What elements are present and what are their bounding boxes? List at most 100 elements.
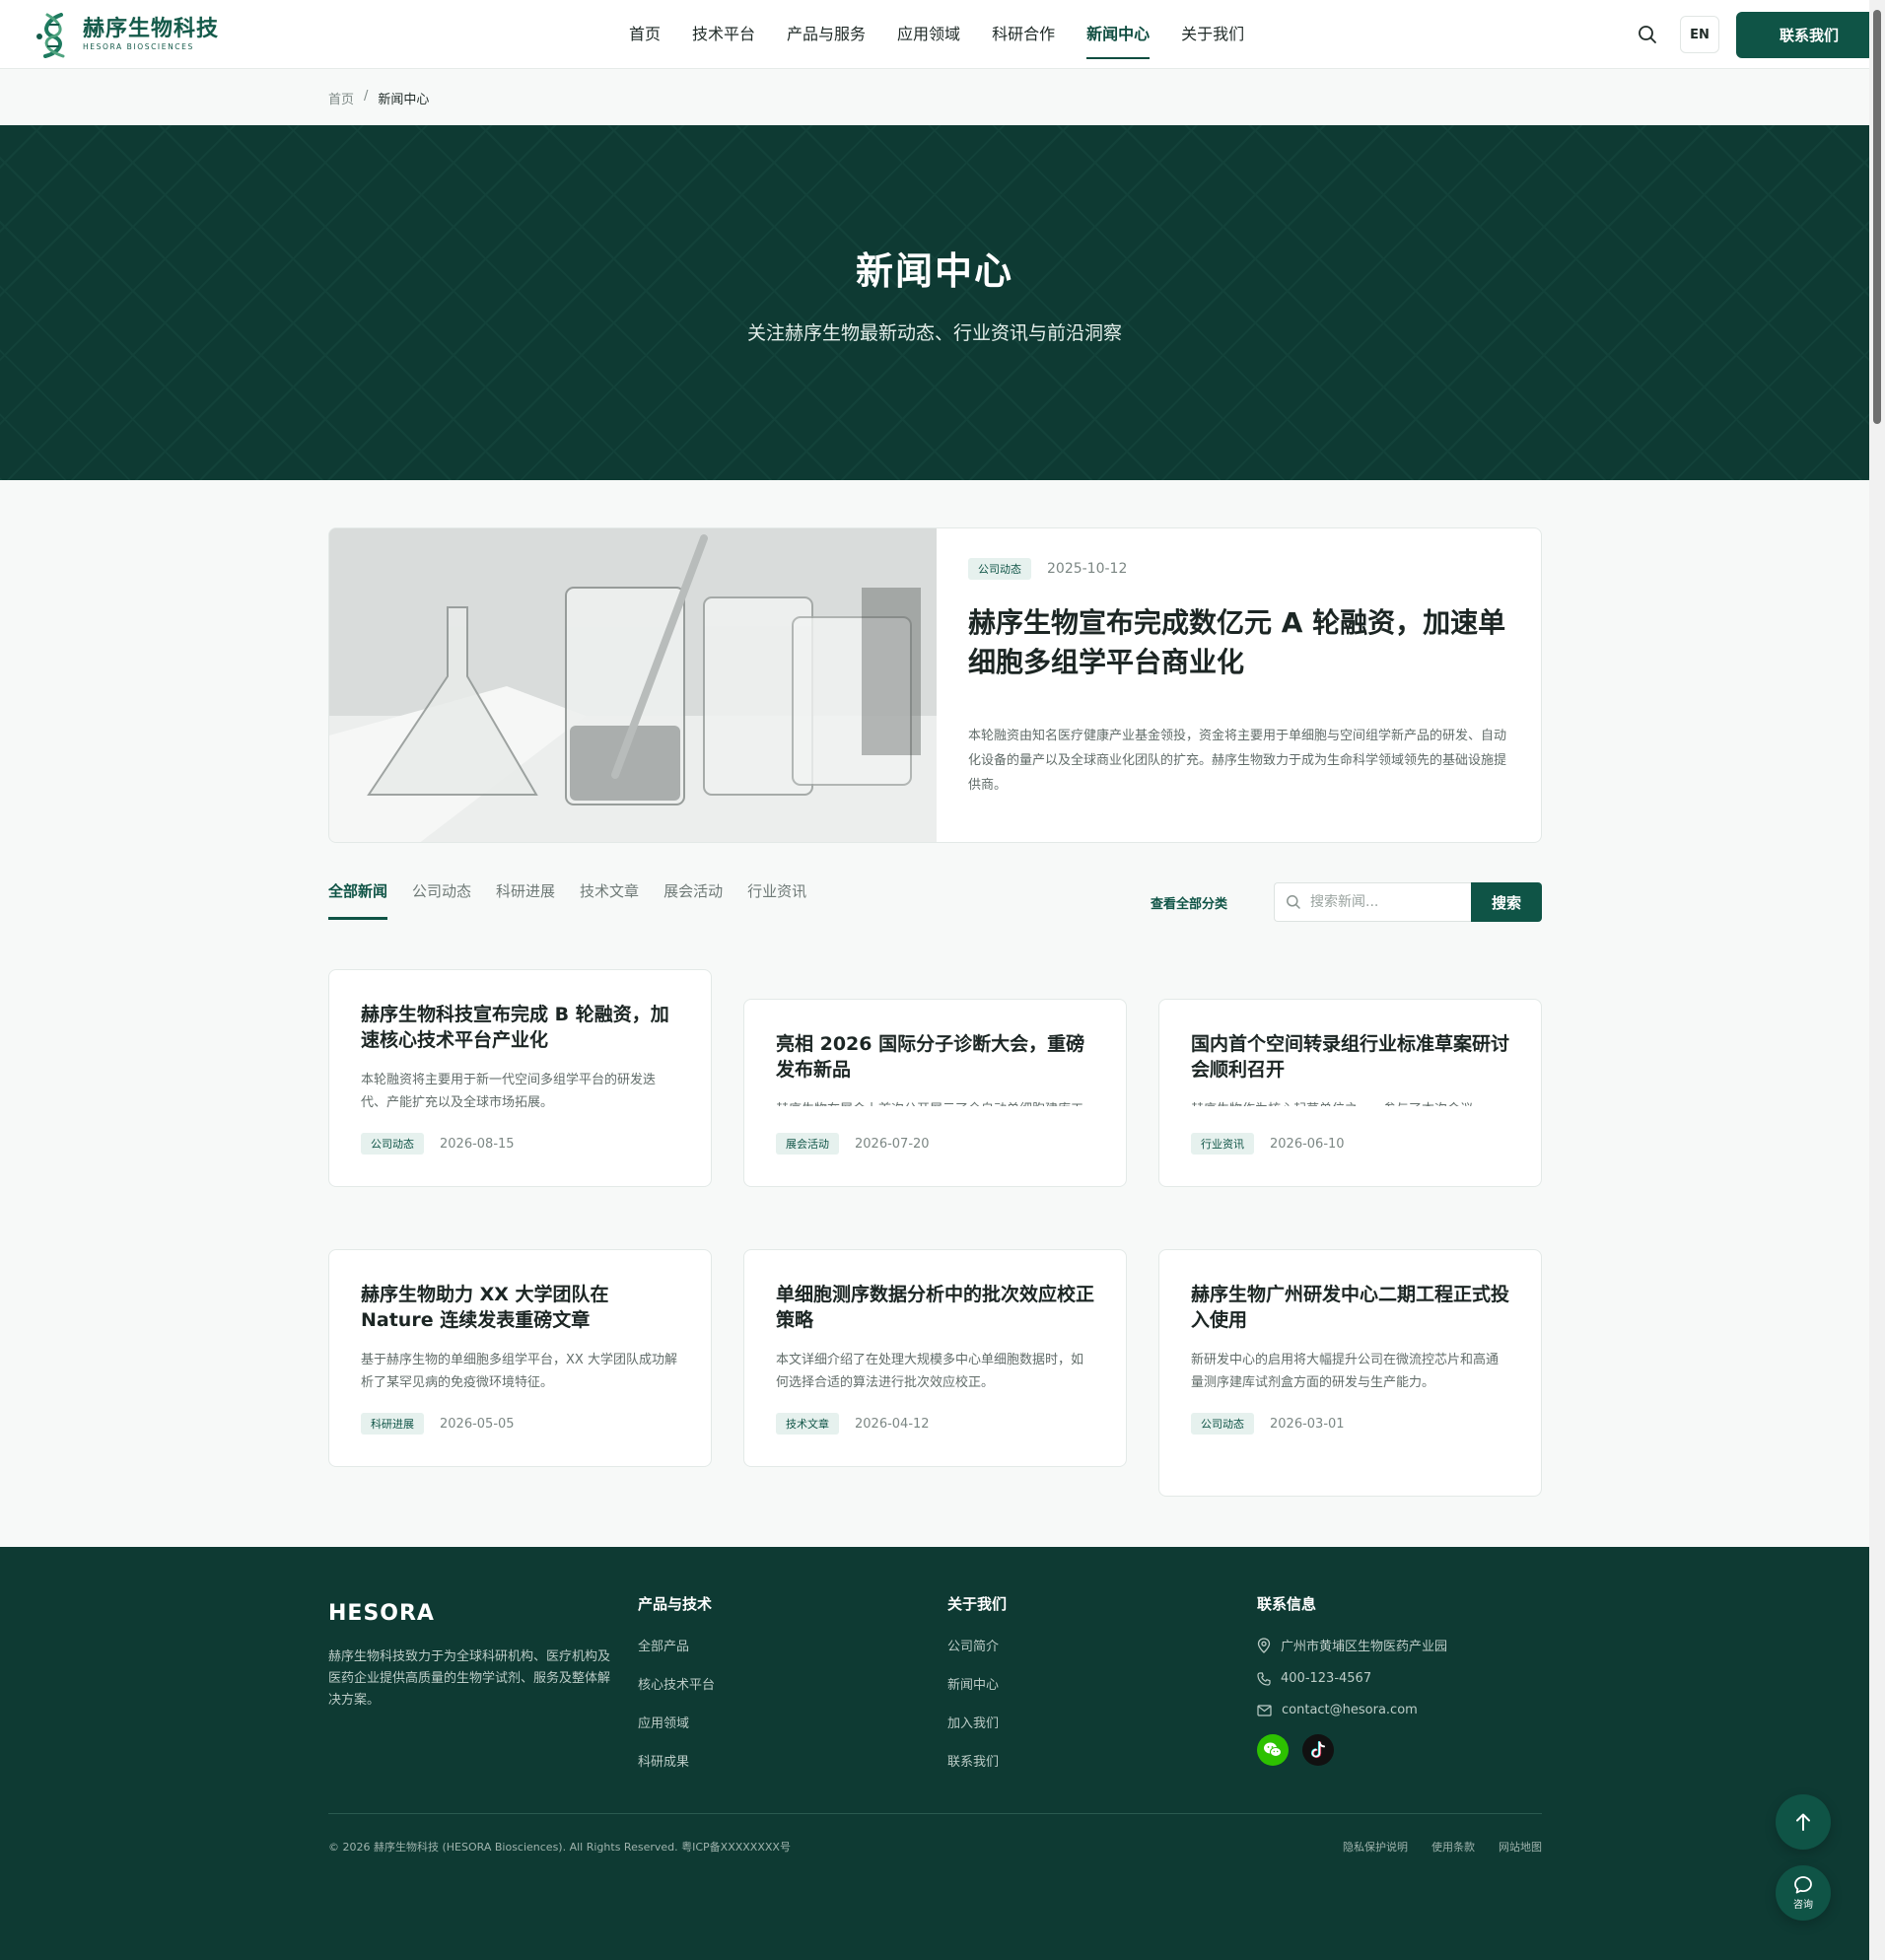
featured-title[interactable]: 赫序生物宣布完成数亿元 A 轮融资，加速单细胞多组学平台商业化 [968, 603, 1509, 682]
card-tag: 行业资讯 [1191, 1133, 1254, 1155]
footer-col-title: 产品与技术 [638, 1595, 713, 1613]
card-title[interactable]: 单细胞测序数据分析中的批次效应校正策略 [776, 1282, 1094, 1333]
news-card[interactable]: 国内首个空间转录组行业标准草案研讨会顺利召开 赫序生物作为核心起草单位之一，参与… [1158, 999, 1542, 1187]
news-search: 搜索 [1274, 882, 1542, 922]
phone-icon [1257, 1671, 1271, 1686]
footer-brand: HESORA [328, 1601, 435, 1626]
nav-tech-platform[interactable]: 技术平台 [676, 0, 771, 69]
card-tag: 展会活动 [776, 1133, 839, 1155]
nav-research-cooperation[interactable]: 科研合作 [976, 0, 1071, 69]
footer-link-research-results[interactable]: 科研成果 [638, 1751, 715, 1770]
footer-col-title: 联系信息 [1257, 1595, 1317, 1613]
page-scrollbar[interactable] [1869, 0, 1885, 1960]
tab-research-progress[interactable]: 科研进展 [496, 880, 555, 920]
wechat-icon [1264, 1742, 1282, 1757]
card-date: 2026-06-10 [1270, 1136, 1345, 1152]
card-desc: 新研发中心的启用将大幅提升公司在微流控芯片和高通量测序建库试剂盒方面的研发与生产… [1191, 1353, 1500, 1390]
breadcrumb-home-link[interactable]: 首页 [328, 89, 354, 107]
news-card[interactable]: 亮相 2026 国际分子诊断大会，重磅发布新品 赫序生物在展会上首次公开展示了全… [743, 999, 1127, 1187]
card-tag: 公司动态 [361, 1133, 424, 1155]
card-meta: 行业资讯 2026-06-10 [1191, 1133, 1345, 1155]
footer-col-about: 关于我们 公司简介 新闻中心 加入我们 联系我们 [947, 1593, 1007, 1789]
footer-terms-link[interactable]: 使用条款 [1431, 1839, 1475, 1855]
footer-phone: 400-123-4567 [1257, 1671, 1447, 1686]
tab-tech-articles[interactable]: 技术文章 [580, 880, 639, 920]
header-search-button[interactable] [1633, 20, 1662, 49]
footer-col-products: 产品与技术 全部产品 核心技术平台 应用领域 科研成果 [638, 1593, 715, 1789]
footer-link-company-profile[interactable]: 公司简介 [947, 1636, 1007, 1654]
news-card[interactable]: 赫序生物助力 XX 大学团队在 Nature 连续发表重磅文章 基于赫序生物的单… [328, 1249, 712, 1467]
card-tag: 公司动态 [1191, 1413, 1254, 1435]
consult-chat-button[interactable]: 咨询 [1776, 1865, 1831, 1921]
scrollbar-thumb[interactable] [1873, 10, 1881, 424]
footer-address: 广州市黄埔区生物医药产业园 [1257, 1636, 1447, 1654]
tab-company-news[interactable]: 公司动态 [412, 880, 471, 920]
nav-products-services[interactable]: 产品与服务 [771, 0, 881, 69]
card-title[interactable]: 亮相 2026 国际分子诊断大会，重磅发布新品 [776, 1031, 1094, 1083]
nav-news-center[interactable]: 新闻中心 [1071, 0, 1165, 69]
tab-industry-news[interactable]: 行业资讯 [747, 880, 806, 920]
card-title[interactable]: 赫序生物助力 XX 大学团队在 Nature 连续发表重磅文章 [361, 1282, 679, 1333]
news-card[interactable]: 单细胞测序数据分析中的批次效应校正策略 本文详细介绍了在处理大规模多中心单细胞数… [743, 1249, 1127, 1467]
featured-desc: 本轮融资由知名医疗健康产业基金领投，资金将主要用于单细胞与空间组学新产品的研发、… [968, 729, 1507, 793]
card-desc: 本轮融资将主要用于新一代空间多组学平台的研发迭代、产能扩充以及全球市场拓展。 [361, 1073, 657, 1110]
site-header: 赫序生物科技 HESORA BIOSCIENCES 首页 技术平台 产品与服务 … [0, 0, 1882, 69]
news-search-button[interactable]: 搜索 [1471, 882, 1542, 922]
language-switch-button[interactable]: EN [1680, 16, 1719, 53]
lab-glassware-illustration [329, 528, 937, 842]
view-all-categories-link[interactable]: 查看全部分类 [1151, 893, 1227, 912]
location-pin-icon [1257, 1637, 1271, 1653]
card-title[interactable]: 国内首个空间转录组行业标准草案研讨会顺利召开 [1191, 1031, 1509, 1083]
tab-events[interactable]: 展会活动 [663, 880, 723, 920]
footer-col-title: 关于我们 [947, 1595, 1008, 1613]
card-title[interactable]: 赫序生物科技宣布完成 B 轮融资，加速核心技术平台产业化 [361, 1002, 679, 1053]
card-date: 2026-03-01 [1270, 1416, 1345, 1432]
douyin-button[interactable] [1302, 1734, 1334, 1766]
wechat-button[interactable] [1257, 1734, 1289, 1766]
featured-body: 公司动态 2025-10-12 赫序生物宣布完成数亿元 A 轮融资，加速单细胞多… [937, 528, 1541, 842]
tab-all-news[interactable]: 全部新闻 [328, 880, 388, 920]
card-desc: 基于赫序生物的单细胞多组学平台，XX 大学团队成功解析了某罕见病的免疫微环境特征… [361, 1353, 677, 1390]
douyin-icon [1310, 1741, 1325, 1759]
back-to-top-button[interactable] [1776, 1794, 1831, 1850]
social-links [1257, 1734, 1447, 1766]
footer-link-news-center[interactable]: 新闻中心 [947, 1674, 1007, 1693]
featured-date: 2025-10-12 [1047, 561, 1128, 577]
nav-home[interactable]: 首页 [613, 0, 676, 69]
nav-about-us[interactable]: 关于我们 [1165, 0, 1260, 69]
card-title[interactable]: 赫序生物广州研发中心二期工程正式投入使用 [1191, 1282, 1509, 1333]
footer-legal-links: 隐私保护说明 使用条款 网站地图 [1343, 1839, 1542, 1855]
card-date: 2026-07-20 [855, 1136, 930, 1152]
footer-link-applications[interactable]: 应用领域 [638, 1713, 715, 1731]
site-logo[interactable]: 赫序生物科技 HESORA BIOSCIENCES [32, 11, 219, 58]
footer-link-core-platform[interactable]: 核心技术平台 [638, 1674, 715, 1693]
footer-privacy-link[interactable]: 隐私保护说明 [1343, 1839, 1408, 1855]
card-desc: 赫序生物作为核心起草单位之一，参与了本次会议。 [1191, 1098, 1509, 1106]
card-meta: 技术文章 2026-04-12 [776, 1413, 930, 1435]
logo-text: 赫序生物科技 HESORA BIOSCIENCES [83, 17, 219, 52]
chat-bubble-icon [1794, 1876, 1812, 1894]
card-desc: 赫序生物在展会上首次公开展示了全自动单细胞建库工作站。 [776, 1098, 1094, 1106]
footer-email-text[interactable]: contact@hesora.com [1282, 1703, 1418, 1717]
card-meta: 公司动态 2026-08-15 [361, 1133, 515, 1155]
site-footer: HESORA 赫序生物科技致力于为全球科研机构、医疗机构及医药企业提供高质量的生… [0, 1547, 1869, 1960]
footer-link-contact-us[interactable]: 联系我们 [947, 1751, 1007, 1770]
breadcrumb-current: 新闻中心 [378, 93, 430, 107]
news-card[interactable]: 赫序生物广州研发中心二期工程正式投入使用 新研发中心的启用将大幅提升公司在微流控… [1158, 1249, 1542, 1497]
news-card[interactable]: 赫序生物科技宣布完成 B 轮融资，加速核心技术平台产业化 本轮融资将主要用于新一… [328, 969, 712, 1187]
footer-link-all-products[interactable]: 全部产品 [638, 1636, 715, 1654]
footer-address-text: 广州市黄埔区生物医药产业园 [1281, 1640, 1448, 1654]
featured-article[interactable]: 公司动态 2025-10-12 赫序生物宣布完成数亿元 A 轮融资，加速单细胞多… [328, 527, 1542, 843]
footer-copyright: © 2026 赫序生物科技 (HESORA Biosciences). All … [328, 1841, 791, 1854]
nav-applications[interactable]: 应用领域 [881, 0, 976, 69]
card-desc: 本文详细介绍了在处理大规模多中心单细胞数据时，如何选择合适的算法进行批次效应校正… [776, 1353, 1084, 1390]
card-date: 2026-05-05 [440, 1416, 515, 1432]
card-date: 2026-04-12 [855, 1416, 930, 1432]
contact-us-button[interactable]: 联系我们 [1736, 12, 1882, 58]
featured-lab-image [329, 528, 937, 842]
news-search-input[interactable] [1274, 882, 1471, 922]
footer-phone-text[interactable]: 400-123-4567 [1281, 1671, 1371, 1686]
card-tag: 科研进展 [361, 1413, 424, 1435]
footer-link-join-us[interactable]: 加入我们 [947, 1713, 1007, 1731]
footer-sitemap-link[interactable]: 网站地图 [1499, 1839, 1542, 1855]
